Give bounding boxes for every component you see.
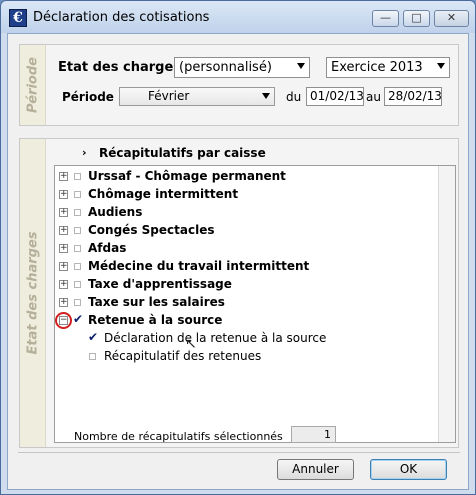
etat-side-text: Etat des charges xyxy=(25,231,40,355)
periode-group: Période Etat des charges (personnalisé) … xyxy=(19,44,459,126)
tree-child-node[interactable]: ✔ Déclaration de la retenue à la source xyxy=(55,330,435,348)
chevron-down-icon xyxy=(297,63,305,69)
check-icon[interactable]: ✔ xyxy=(88,330,98,344)
etat-charges-label: Etat des charges xyxy=(58,60,181,75)
window-title: Déclaration des cotisations xyxy=(33,10,210,25)
checkbox[interactable] xyxy=(74,227,81,234)
tree-node[interactable]: + Médecine du travail intermittent xyxy=(55,258,435,276)
dialog-client-area: Période Etat des charges (personnalisé) … xyxy=(7,33,469,490)
tree-node-label: Médecine du travail intermittent xyxy=(88,259,310,273)
checkbox[interactable] xyxy=(74,245,81,252)
expand-icon[interactable]: + xyxy=(59,298,68,307)
checkbox[interactable] xyxy=(74,209,81,216)
app-euro-icon: € xyxy=(9,9,27,27)
title-bar[interactable]: € Déclaration des cotisations — □ ✕ xyxy=(1,1,475,33)
periode-label: Période xyxy=(62,90,114,104)
checkbox[interactable] xyxy=(74,263,81,270)
checkbox[interactable] xyxy=(74,191,81,198)
checkbox[interactable] xyxy=(74,299,81,306)
tree-node[interactable]: + Chômage intermittent xyxy=(55,186,435,204)
periode-select[interactable]: Février xyxy=(119,87,275,106)
expand-icon[interactable]: + xyxy=(59,280,68,289)
footer-divider xyxy=(18,452,460,453)
expand-icon[interactable]: + xyxy=(59,172,68,181)
checkbox[interactable] xyxy=(74,173,81,180)
etat-charges-select[interactable]: (personnalisé) xyxy=(174,57,310,78)
tree-node[interactable]: + Afdas xyxy=(55,240,435,258)
etat-charges-group: Etat des charges › Récapitulatifs par ca… xyxy=(19,138,459,448)
tree-node-label: Afdas xyxy=(88,241,127,255)
tree-node-label: Taxe d'apprentissage xyxy=(88,277,232,291)
maximize-icon[interactable]: □ xyxy=(403,10,430,27)
periode-side-text: Période xyxy=(25,57,40,113)
expand-icon[interactable]: + xyxy=(59,244,68,253)
tree-scrollbar[interactable] xyxy=(438,166,455,442)
au-date-field[interactable]: 28/02/13 xyxy=(384,87,442,106)
check-icon[interactable]: ✔ xyxy=(73,312,83,326)
tree-node-label: Taxe sur les salaires xyxy=(88,295,225,309)
tree-node-label: Chômage intermittent xyxy=(88,187,239,201)
recap-header[interactable]: › Récapitulatifs par caisse xyxy=(54,145,454,163)
tree-node[interactable]: + Congés Spectacles xyxy=(55,222,435,240)
expand-icon[interactable]: + xyxy=(59,208,68,217)
au-label: au xyxy=(366,90,381,104)
dialog-window: € Déclaration des cotisations — □ ✕ Péri… xyxy=(0,0,476,495)
exercice-value: Exercice 2013 xyxy=(331,60,423,75)
checkbox[interactable] xyxy=(89,353,96,360)
tree-node-label: Congés Spectacles xyxy=(88,223,215,237)
recap-header-label: Récapitulatifs par caisse xyxy=(99,146,266,160)
chevron-down-icon xyxy=(437,63,445,69)
caisse-tree[interactable]: + Urssaf - Chômage permanent + Chômage i… xyxy=(54,165,456,443)
count-value: 1 xyxy=(291,426,336,443)
cancel-button[interactable]: Annuler xyxy=(277,459,354,480)
tree-node-label: Récapitulatif des retenues xyxy=(104,349,262,363)
count-label: Nombre de récapitulatifs sélectionnés xyxy=(74,430,283,443)
chevron-down-icon xyxy=(262,93,270,99)
expand-icon[interactable]: + xyxy=(59,190,68,199)
tree-node-label: Déclaration de la retenue à la source xyxy=(104,331,327,345)
tree-node-label: Retenue à la source xyxy=(88,313,223,327)
tree-child-node[interactable]: Récapitulatif des retenues xyxy=(55,348,435,366)
tree-node-label: Audiens xyxy=(88,205,143,219)
tree-node[interactable]: + Taxe sur les salaires xyxy=(55,294,435,312)
minimize-icon[interactable]: — xyxy=(372,10,399,27)
chevron-right-icon: › xyxy=(82,146,87,159)
collapse-icon[interactable]: − xyxy=(59,316,68,325)
du-label: du xyxy=(286,90,302,104)
expand-icon[interactable]: + xyxy=(59,262,68,271)
tree-node[interactable]: + Urssaf - Chômage permanent xyxy=(55,168,435,186)
checkbox[interactable] xyxy=(74,281,81,288)
periode-side-label: Période xyxy=(20,45,46,125)
tree-node-label: Urssaf - Chômage permanent xyxy=(88,169,286,183)
tree-node[interactable]: + Audiens xyxy=(55,204,435,222)
mouse-cursor-icon: ↖ xyxy=(185,336,197,352)
etat-charges-value: (personnalisé) xyxy=(179,60,272,75)
expand-icon[interactable]: + xyxy=(59,226,68,235)
tree-node[interactable]: + Taxe d'apprentissage xyxy=(55,276,435,294)
close-icon[interactable]: ✕ xyxy=(434,10,469,27)
du-date-field[interactable]: 01/02/13 xyxy=(306,87,364,106)
exercice-select[interactable]: Exercice 2013 xyxy=(326,57,450,78)
tree-node-expanded[interactable]: − ✔ Retenue à la source xyxy=(55,312,435,330)
periode-value: Février xyxy=(148,89,190,103)
etat-side-label: Etat des charges xyxy=(20,139,46,447)
ok-button[interactable]: OK xyxy=(370,459,447,480)
